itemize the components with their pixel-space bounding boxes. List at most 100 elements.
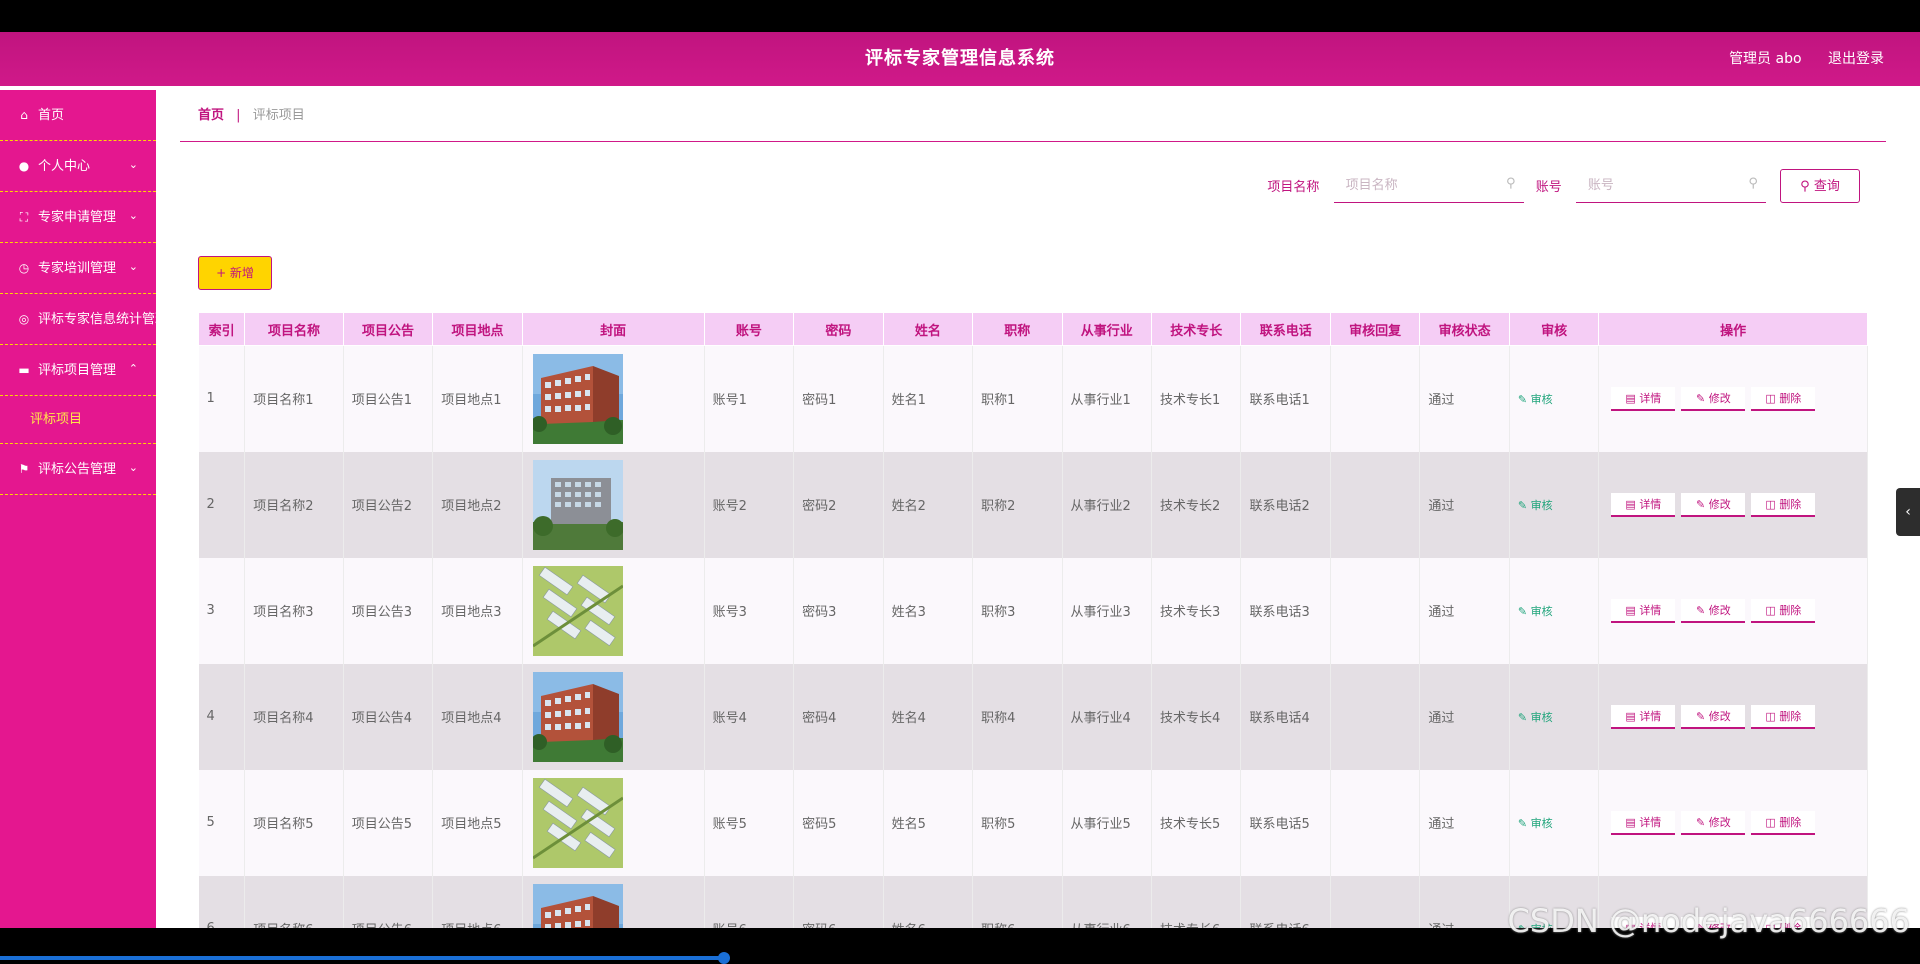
cell-index: 4 xyxy=(198,663,246,770)
sidebar-item[interactable]: ◎ 评标专家信息统计管理 xyxy=(0,294,156,345)
delete-button-label: 删除 xyxy=(1779,815,1802,829)
cell-location: 项目地点2 xyxy=(432,451,523,558)
cell-reply xyxy=(1330,769,1421,876)
cell-realname: 姓名3 xyxy=(883,557,974,664)
delete-button[interactable]: ◫ 删除 xyxy=(1751,810,1816,835)
cell-password: 密码4 xyxy=(793,663,884,770)
column-header: 审核 xyxy=(1508,312,1600,346)
edit-icon: ✎ xyxy=(1696,815,1706,829)
document-icon: ▤ xyxy=(1625,603,1636,617)
query-button-label: 查询 xyxy=(1813,178,1840,194)
column-header: 职称 xyxy=(972,312,1063,346)
audit-button[interactable]: ✎ 审核 xyxy=(1518,817,1553,830)
document-icon: ▤ xyxy=(1625,391,1636,405)
column-header: 操作 xyxy=(1598,312,1868,346)
column-header: 账号 xyxy=(703,312,795,346)
column-header: 技术专长 xyxy=(1151,312,1242,346)
cell-notice: 项目公告3 xyxy=(343,557,434,664)
sidebar-item-label: 个人中心 xyxy=(38,159,91,174)
cover-image xyxy=(522,345,705,452)
cell-account: 账号2 xyxy=(704,451,795,558)
edit-icon: ✎ xyxy=(1696,391,1706,405)
admin-name[interactable]: 管理员 abo xyxy=(1729,51,1801,67)
cell-audit: ✎ 审核 xyxy=(1509,557,1600,664)
cell-account: 账号1 xyxy=(704,345,795,452)
cell-account: 账号4 xyxy=(704,663,795,770)
detail-button[interactable]: ▤ 详情 xyxy=(1611,810,1676,835)
edit-icon: ✎ xyxy=(1517,816,1528,830)
delete-button[interactable]: ◫ 删除 xyxy=(1751,598,1816,623)
cell-account: 账号6 xyxy=(704,875,795,928)
audit-button[interactable]: ✎ 审核 xyxy=(1518,499,1553,512)
cell-status: 通过 xyxy=(1419,451,1510,558)
progress-handle[interactable] xyxy=(718,952,730,964)
document-icon: ▤ xyxy=(1625,815,1636,829)
detail-button-label: 详情 xyxy=(1639,603,1662,617)
query-button[interactable]: ⚲ 查询 xyxy=(1780,168,1860,203)
document-icon: ▤ xyxy=(1625,497,1636,511)
detail-button[interactable]: ▤ 详情 xyxy=(1611,598,1676,623)
logout-link[interactable]: 退出登录 xyxy=(1828,51,1884,67)
sidebar-item[interactable]: ● 个人中心 ⌄ xyxy=(0,141,156,192)
cell-index: 6 xyxy=(198,875,246,928)
collapse-panel-button[interactable]: ‹ xyxy=(1896,488,1920,536)
sidebar-item-label: 评标公告管理 xyxy=(38,462,117,477)
edit-icon: ✎ xyxy=(1517,498,1528,512)
sidebar-item[interactable]: ▬ 评标项目管理 ⌃ xyxy=(0,345,156,396)
cell-index: 2 xyxy=(198,451,246,558)
sidebar-subitem[interactable]: 评标项目 xyxy=(0,396,156,444)
audit-button[interactable]: ✎ 审核 xyxy=(1518,605,1553,618)
detail-button[interactable]: ▤ 详情 xyxy=(1611,386,1676,411)
cell-realname: 姓名4 xyxy=(883,663,974,770)
audit-button[interactable]: ✎ 审核 xyxy=(1518,393,1553,406)
account-input[interactable] xyxy=(1575,168,1740,202)
cell-phone: 联系电话4 xyxy=(1240,663,1331,770)
delete-button[interactable]: ◫ 删除 xyxy=(1751,704,1816,729)
cover-image xyxy=(522,769,705,876)
edit-button[interactable]: ✎ 修改 xyxy=(1681,810,1746,835)
cell-reply xyxy=(1330,875,1421,928)
edit-icon: ✎ xyxy=(1696,709,1706,723)
sidebar-item[interactable]: ◷ 专家培训管理 ⌄ xyxy=(0,243,156,294)
column-header: 项目地点 xyxy=(432,312,523,346)
project-icon: ▬ xyxy=(18,363,30,377)
cell-location: 项目地点5 xyxy=(432,769,523,876)
cover-image xyxy=(522,663,705,770)
sidebar-item[interactable]: ⌂ 首页 xyxy=(0,90,156,141)
cell-title: 职称4 xyxy=(972,663,1063,770)
cell-industry: 从事行业3 xyxy=(1062,557,1153,664)
project-name-input[interactable] xyxy=(1333,168,1498,202)
detail-button[interactable]: ▤ 详情 xyxy=(1611,492,1676,517)
chevron-left-icon: ‹ xyxy=(1905,504,1911,520)
edit-button-label: 修改 xyxy=(1708,815,1731,829)
edit-icon: ✎ xyxy=(1696,497,1706,511)
stats-icon: ◎ xyxy=(18,312,30,326)
breadcrumb-separator: | xyxy=(236,108,241,123)
audit-button[interactable]: ✎ 审核 xyxy=(1518,711,1553,724)
project-name-label: 项目名称 xyxy=(1267,180,1320,195)
table-header-row: 索引 项目名称 项目公告 项目地点 封面 账号 密码 姓名 职称 从事行业 技术专长 联系电话 审核回复… xyxy=(197,312,1868,346)
delete-button-label: 删除 xyxy=(1779,709,1802,723)
sidebar-item[interactable]: ⛶ 专家申请管理 ⌄ xyxy=(0,192,156,243)
detail-button-label: 详情 xyxy=(1639,709,1662,723)
delete-button[interactable]: ◫ 删除 xyxy=(1751,386,1816,411)
detail-button[interactable]: ▤ 详情 xyxy=(1611,704,1676,729)
table-row: 5 项目名称5 项目公告5 项目地点5 账号5 密码5 姓名5 职称5 从事行业5 技术专长5 联系… xyxy=(198,769,1868,876)
edit-button[interactable]: ✎ 修改 xyxy=(1681,704,1746,729)
cell-realname: 姓名6 xyxy=(883,875,974,928)
add-button[interactable]: + 新增 xyxy=(198,256,272,290)
cell-realname: 姓名2 xyxy=(883,451,974,558)
cell-phone: 联系电话5 xyxy=(1240,769,1331,876)
sidebar-item[interactable]: ⚑ 评标公告管理 ⌄ xyxy=(0,444,156,495)
breadcrumb-home[interactable]: 首页 xyxy=(198,108,224,123)
delete-button[interactable]: ◫ 删除 xyxy=(1751,492,1816,517)
app-window: 评标专家管理信息系统 管理员 abo 退出登录 ⌂ 首页 ● 个人中心 ⌄ ⛶ 专家申请管理… xyxy=(0,32,1920,928)
cell-operations: ▤ 详情 ✎ 修改 ◫ 删除 xyxy=(1598,557,1868,664)
edit-button[interactable]: ✎ 修改 xyxy=(1681,492,1746,517)
cell-index: 5 xyxy=(198,769,246,876)
cell-index: 1 xyxy=(198,345,246,452)
edit-button[interactable]: ✎ 修改 xyxy=(1681,386,1746,411)
trash-icon: ◫ xyxy=(1765,497,1776,511)
edit-icon: ✎ xyxy=(1517,392,1528,406)
edit-button[interactable]: ✎ 修改 xyxy=(1681,598,1746,623)
